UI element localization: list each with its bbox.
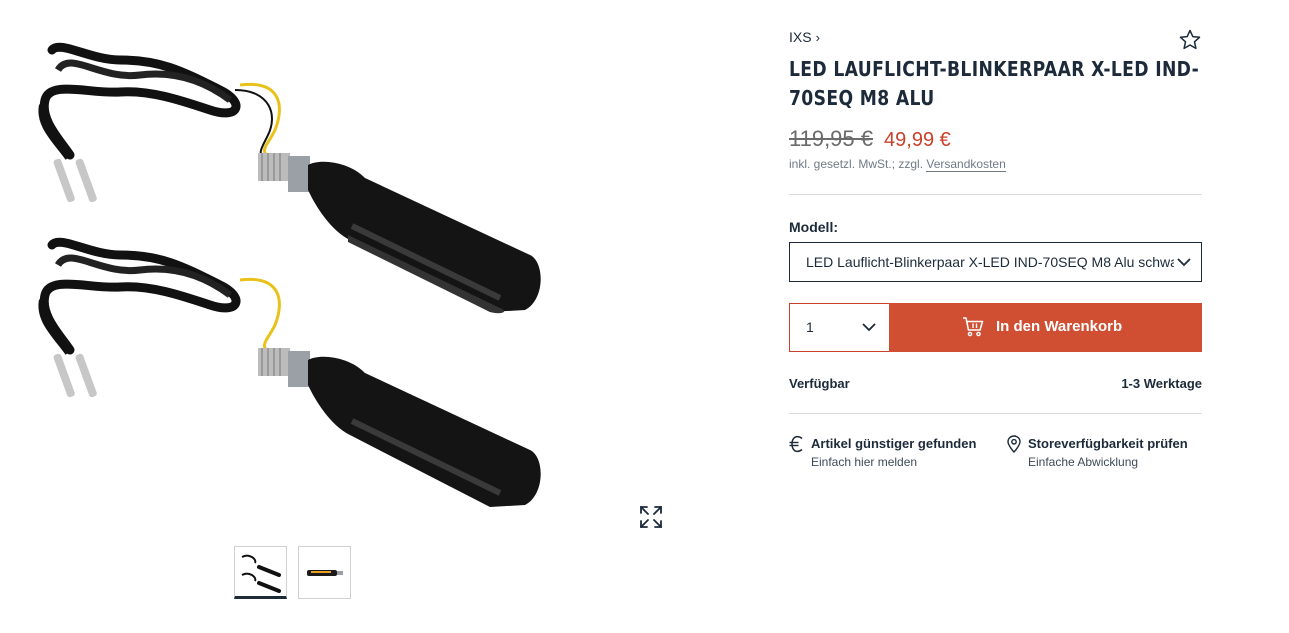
delivery-time: 1-3 Werktage xyxy=(1121,376,1202,391)
store-availability-subtitle: Einfache Abwicklung xyxy=(1028,455,1139,469)
product-title: LED LAUFLICHT-BLINKERPAAR X-LED IND-70SE… xyxy=(789,57,1200,110)
availability-label: Verfügbar xyxy=(789,376,850,391)
fullscreen-expand-icon[interactable] xyxy=(638,504,664,530)
thumbnail-lit-image xyxy=(307,570,343,576)
model-selected-value: LED Lauflicht-Blinkerpaar X-LED IND-70SE… xyxy=(806,254,1174,270)
divider xyxy=(789,413,1202,414)
price-block: 119,95 € 49,99 € xyxy=(789,126,951,152)
add-to-cart-button[interactable]: In den Warenkorb xyxy=(889,303,1202,352)
shipping-costs-link[interactable]: Versandkosten xyxy=(926,157,1006,172)
tax-text: inkl. gesetzl. MwSt.; zzgl. xyxy=(789,157,927,171)
euro-icon xyxy=(789,435,803,453)
store-availability-title: Storeverfügbarkeit prüfen xyxy=(1028,436,1188,451)
star-favorite-icon[interactable] xyxy=(1178,28,1202,52)
indicator-top xyxy=(38,42,541,314)
product-gallery xyxy=(0,0,700,633)
model-label: Modell: xyxy=(789,219,838,235)
shopping-cart-icon xyxy=(963,317,984,337)
brand-link[interactable]: IXS › xyxy=(789,29,820,45)
thumbnail-pair-image xyxy=(241,554,281,593)
brand-name: IXS xyxy=(789,29,812,45)
tax-note: inkl. gesetzl. MwSt.; zzgl. Versandkoste… xyxy=(789,157,1006,172)
thumbnail-lit[interactable] xyxy=(298,546,351,599)
chevron-down-icon xyxy=(862,323,876,332)
model-select[interactable]: LED Lauflicht-Blinkerpaar X-LED IND-70SE… xyxy=(789,242,1202,282)
product-image[interactable] xyxy=(30,30,590,530)
chevron-right-icon: › xyxy=(815,30,820,45)
price-match-title: Artikel günstiger gefunden xyxy=(811,436,977,451)
divider xyxy=(789,194,1202,195)
chevron-down-icon xyxy=(1177,258,1191,267)
quantity-select[interactable]: 1 xyxy=(789,303,889,352)
thumbnail-pair[interactable] xyxy=(234,546,287,599)
quantity-value: 1 xyxy=(806,319,814,335)
add-to-cart-label: In den Warenkorb xyxy=(996,318,1123,335)
sale-price: 49,99 € xyxy=(884,129,951,151)
old-price: 119,95 € xyxy=(789,126,874,151)
thumbnail-strip xyxy=(234,546,351,599)
location-pin-icon xyxy=(1007,435,1021,453)
price-match-subtitle: Einfach hier melden xyxy=(811,455,918,469)
